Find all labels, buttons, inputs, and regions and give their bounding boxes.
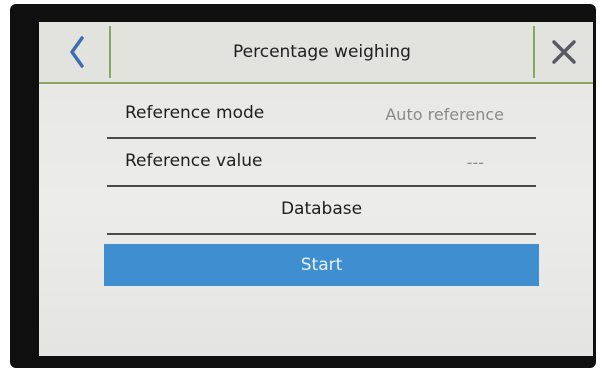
device-bezel: Percentage weighing Reference mode Auto … <box>10 4 596 368</box>
chevron-left-icon <box>70 36 84 68</box>
reference-mode-row[interactable]: Reference mode Auto reference <box>107 99 536 139</box>
start-button[interactable]: Start <box>104 244 539 286</box>
database-row[interactable]: Database <box>107 195 536 235</box>
back-button[interactable] <box>45 26 111 78</box>
close-icon <box>552 40 576 64</box>
reference-value-label: Reference value <box>125 151 263 171</box>
reference-mode-label: Reference mode <box>125 103 265 123</box>
database-label: Database <box>280 199 363 219</box>
page-title: Percentage weighing <box>233 42 411 62</box>
touch-screen: Percentage weighing Reference mode Auto … <box>39 22 593 356</box>
close-button[interactable] <box>533 26 593 78</box>
reference-value-row[interactable]: Reference value --- <box>107 147 536 187</box>
reference-value-value: --- <box>466 153 484 172</box>
reference-mode-value: Auto reference <box>385 105 504 124</box>
title-bar: Percentage weighing <box>39 22 593 84</box>
